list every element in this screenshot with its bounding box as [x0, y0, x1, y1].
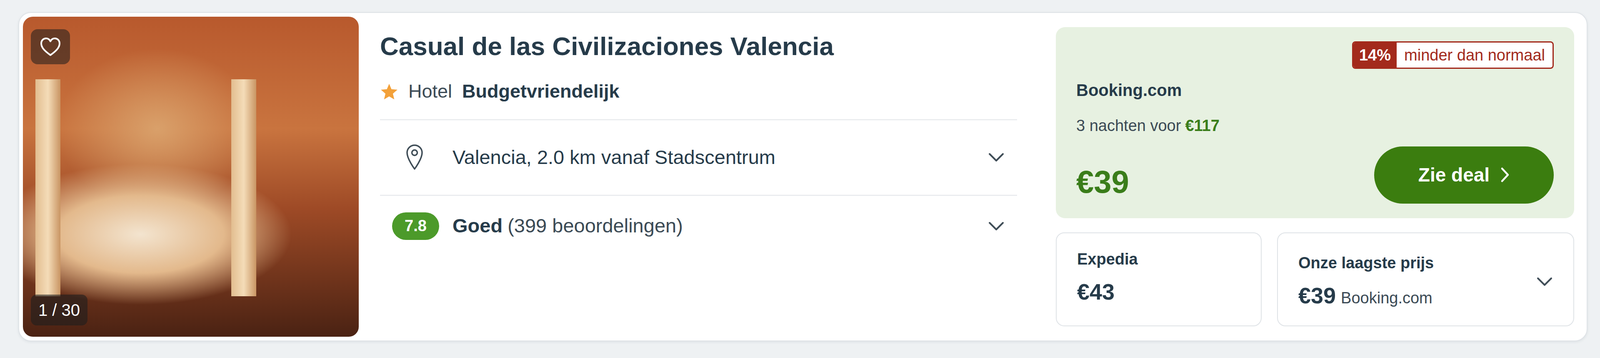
- deal-bottom: €39 Zie deal: [1076, 146, 1554, 204]
- discount-percent: 14%: [1353, 42, 1397, 68]
- lowest-price-box[interactable]: Onze laagste prijs €39Booking.com: [1277, 232, 1575, 326]
- offer-provider: Expedia: [1077, 249, 1241, 269]
- expand-chevron-icon[interactable]: [987, 220, 1018, 232]
- heart-icon: [39, 36, 62, 57]
- best-deal-panel: 14%minder dan normaal Booking.com 3 nachte…: [1055, 27, 1575, 218]
- see-deal-label: Zie deal: [1418, 160, 1490, 190]
- nights-total: 3 nachten voor€117: [1076, 116, 1554, 136]
- chevron-right-icon: [1500, 166, 1510, 183]
- hotel-type-line: Hotel Budgetvriendelijk: [380, 79, 1018, 103]
- location: Valencia, 2.0 km vanaf Stadscentrum: [405, 142, 776, 173]
- other-offers: Expedia €43 Onze laagste prijs €39Booking.c…: [1055, 232, 1575, 326]
- star-icon: [380, 82, 399, 101]
- lowest-price: Onze laagste prijs €39Booking.com: [1298, 253, 1434, 309]
- hotel-card: 1 / 30 Casual de las Civilizaciones Valen…: [18, 12, 1588, 341]
- expand-chevron-icon[interactable]: [1536, 275, 1553, 287]
- photo-pillar: [35, 79, 61, 296]
- lowest-price-line: €39Booking.com: [1298, 281, 1434, 309]
- lowest-price-value: €39: [1298, 282, 1336, 308]
- rating-count: (399 beoordelingen): [507, 210, 683, 241]
- hotel-name[interactable]: Casual de las Civilizaciones Valencia: [380, 30, 1018, 62]
- nights-text: 3 nachten voor: [1076, 116, 1181, 135]
- rating-score: 7.8: [392, 212, 440, 240]
- hotel-photo[interactable]: 1 / 30: [22, 16, 359, 337]
- location-row[interactable]: Valencia, 2.0 km vanaf Stadscentrum: [380, 119, 1018, 195]
- deal-price: €39: [1076, 150, 1130, 200]
- see-deal-button[interactable]: Zie deal: [1374, 146, 1554, 204]
- total-price: €117: [1185, 116, 1220, 135]
- hotel-info: Casual de las Civilizaciones Valencia Hot…: [380, 16, 1018, 337]
- discount-badge: 14%minder dan normaal: [1352, 41, 1554, 69]
- deal-provider: Booking.com: [1076, 80, 1554, 100]
- lowest-label: Onze laagste prijs: [1298, 253, 1434, 273]
- location-text: Valencia, 2.0 km vanaf Stadscentrum: [452, 142, 776, 173]
- offer-price: €43: [1077, 277, 1241, 305]
- discount-row: 14%minder dan normaal: [1076, 41, 1554, 69]
- location-pin-icon: [405, 143, 424, 171]
- lowest-provider: Booking.com: [1340, 288, 1433, 307]
- expand-chevron-icon[interactable]: [987, 151, 1018, 163]
- offer-box[interactable]: Expedia €43: [1055, 232, 1262, 326]
- discount-text: minder dan normaal: [1396, 42, 1553, 68]
- hotel-type: Hotel: [408, 79, 453, 103]
- star-rating: [380, 82, 399, 101]
- rating-row[interactable]: 7.8 Goed(399 beoordelingen): [380, 194, 1018, 257]
- hotel-tag: Budgetvriendelijk: [462, 79, 620, 103]
- photo-pillar: [231, 79, 257, 296]
- price-column: 14%minder dan normaal Booking.com 3 nachte…: [1055, 16, 1575, 337]
- rating-label: Goed: [452, 210, 503, 241]
- rating: 7.8 Goed(399 beoordelingen): [392, 210, 683, 241]
- photo-counter: 1 / 30: [30, 294, 88, 325]
- favorite-button[interactable]: [30, 29, 70, 65]
